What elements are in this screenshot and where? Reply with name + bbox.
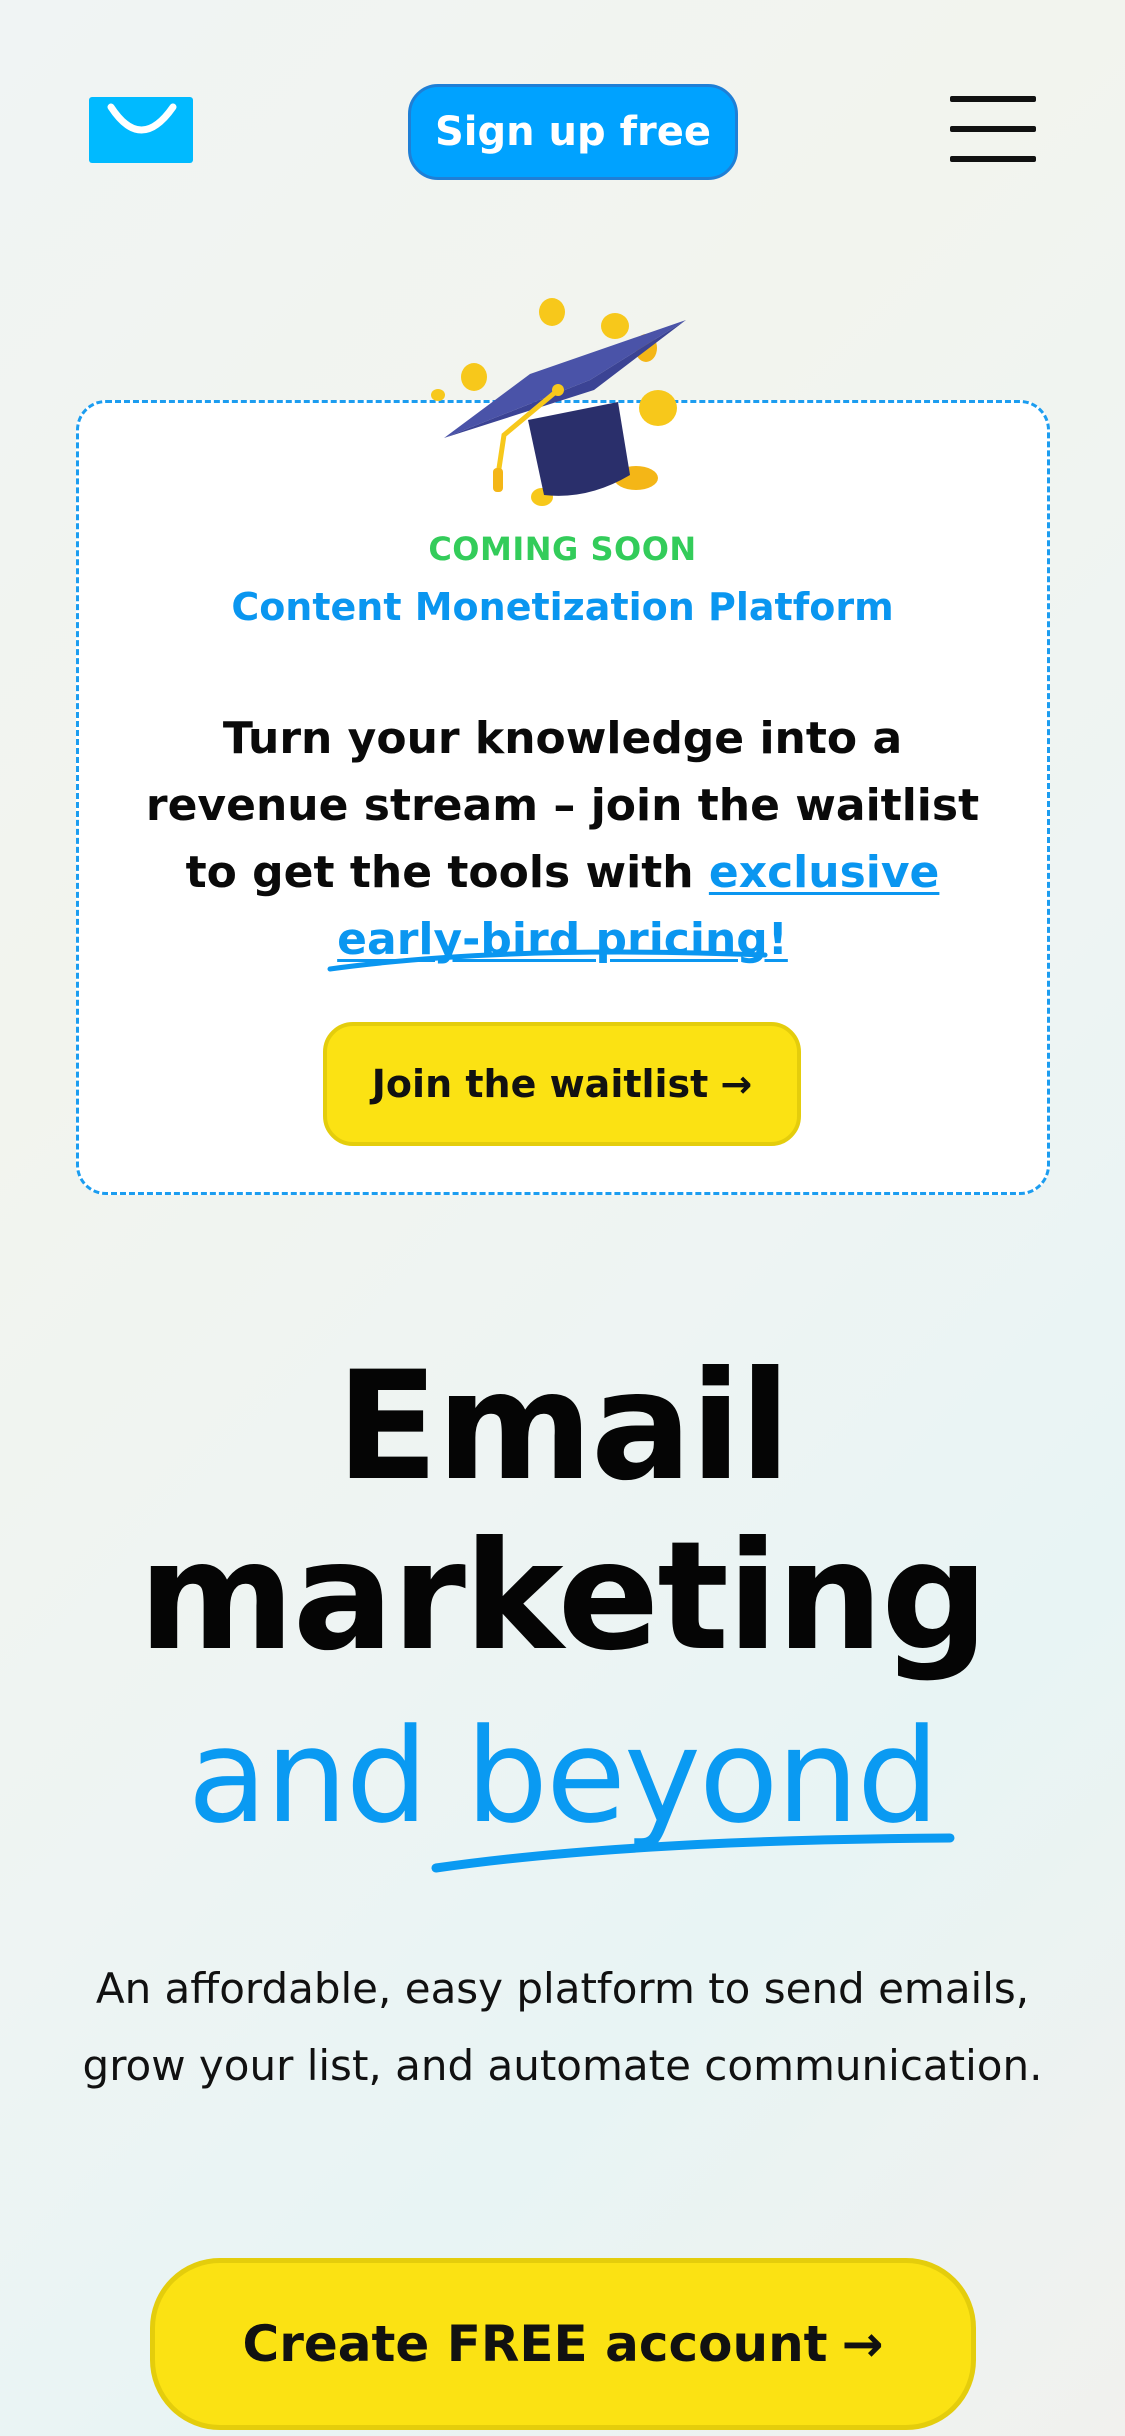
hero-description: An affordable, easy platform to send ema… (82, 1964, 1043, 2090)
promo-description: Turn your knowledge into a revenue strea… (120, 705, 1005, 973)
logo[interactable] (89, 97, 193, 163)
coming-soon-badge: COMING SOON (428, 530, 697, 568)
hero-heading-line2: marketing (138, 1510, 988, 1684)
scribble-underline-decoration (327, 949, 768, 972)
platform-title: Content Monetization Platform (231, 585, 894, 629)
create-account-label: Create FREE account (242, 2315, 828, 2373)
hero-heading-line1: Email (336, 1340, 791, 1514)
join-waitlist-label: Join the waitlist (371, 1062, 709, 1106)
join-waitlist-button[interactable]: Join the waitlist → (323, 1022, 801, 1146)
arrow-right-icon: → (720, 1062, 753, 1106)
arrow-right-icon: → (841, 2315, 884, 2373)
graduation-cap-icon (431, 298, 686, 506)
smile-logo-icon (107, 103, 177, 134)
hero-scribble-underline-decoration (431, 1833, 955, 1873)
hamburger-menu-icon[interactable] (950, 96, 1036, 166)
create-free-account-button[interactable]: Create FREE account → (150, 2258, 976, 2430)
sign-up-free-button[interactable]: Sign up free (408, 84, 738, 180)
